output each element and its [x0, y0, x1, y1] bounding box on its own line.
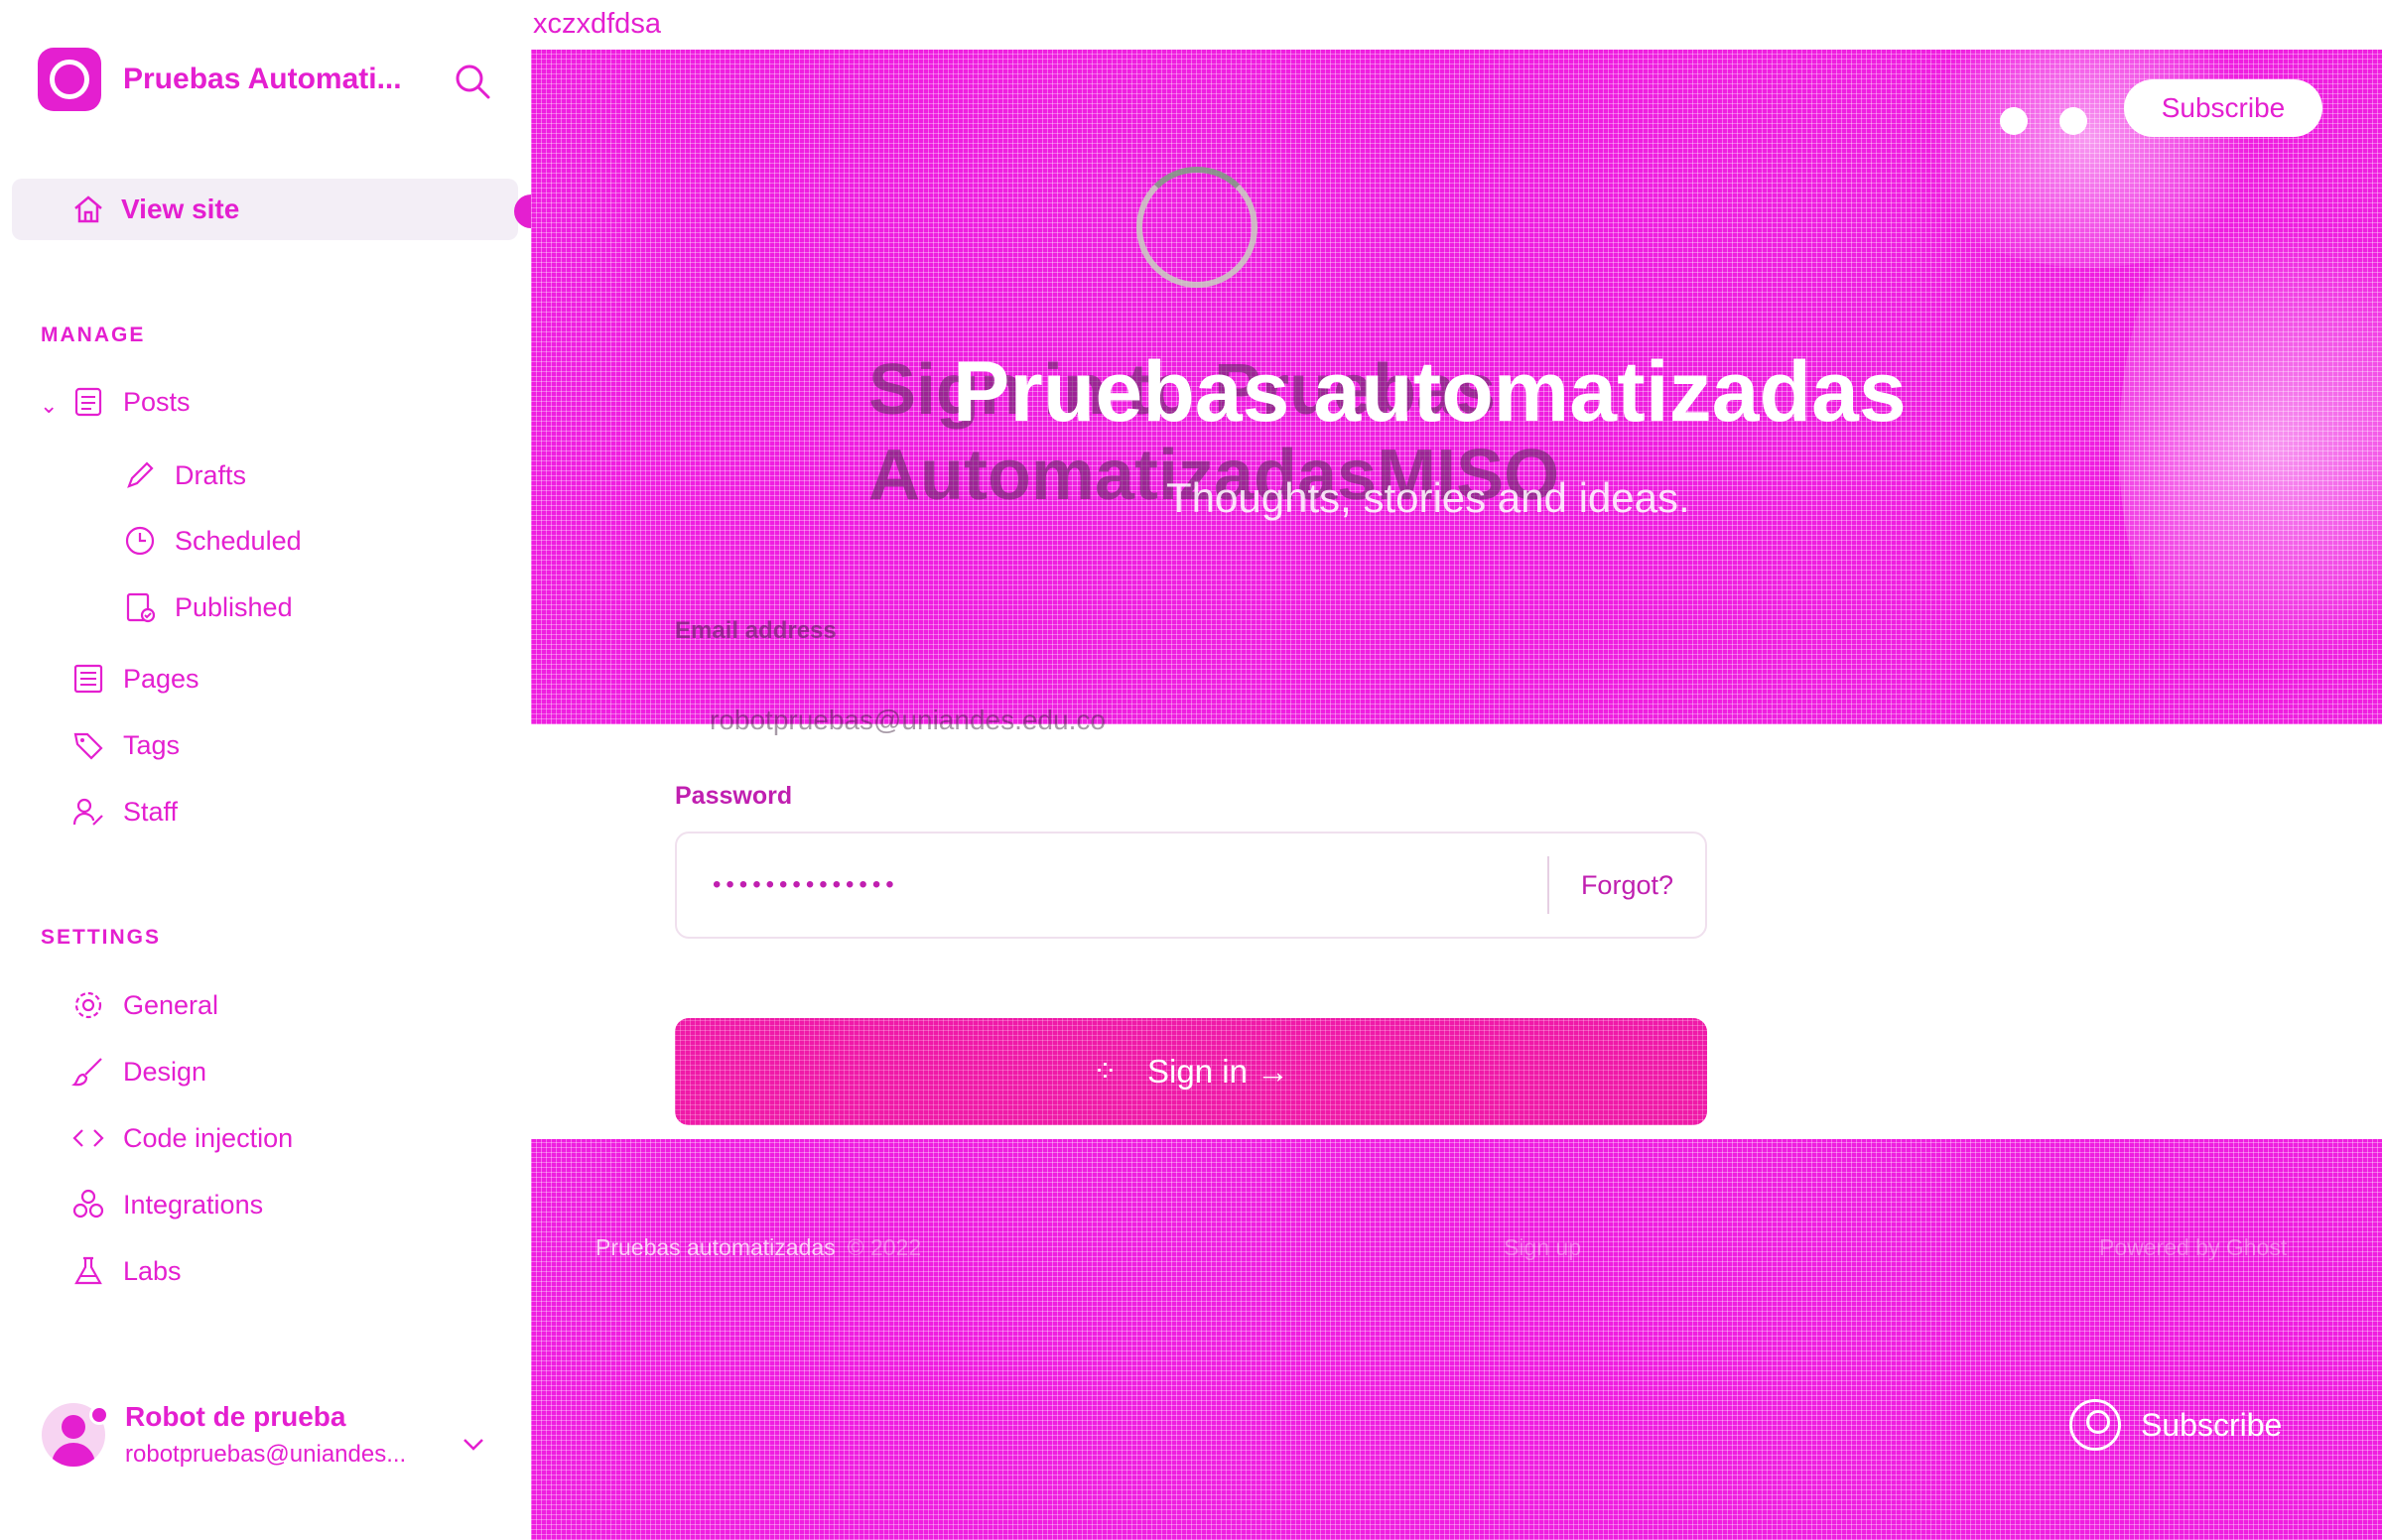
subscribe-button[interactable]: Subscribe — [2124, 79, 2322, 137]
site-logo-icon — [38, 48, 101, 111]
status-dot — [89, 1405, 109, 1425]
settings-header: SETTINGS — [41, 926, 162, 949]
password-field[interactable]: •••••••••••••• Forgot? — [675, 832, 1707, 939]
pencil-icon — [127, 461, 154, 488]
password-label: Password — [675, 782, 793, 810]
sidebar-item-label: Tags — [123, 729, 181, 760]
pages-icon — [73, 664, 103, 694]
published-icon — [126, 592, 156, 623]
view-site-label: View site — [121, 193, 240, 224]
sidebar-item-published[interactable]: Published — [123, 590, 293, 624]
sidebar-item-code-injection[interactable]: Code injection — [71, 1121, 293, 1155]
sidebar-item-label: Published — [175, 591, 293, 622]
preview-title: xczxdfdsa — [533, 8, 661, 40]
sidebar-item-pages[interactable]: Pages — [71, 662, 199, 696]
password-value[interactable]: •••••••••••••• — [713, 871, 1547, 899]
sidebar-item-label: Design — [123, 1056, 207, 1087]
sidebar-item-label: Pages — [123, 663, 199, 694]
gear-icon — [74, 991, 102, 1019]
site-footer: Pruebas automatizadas © 2022 Sign up Powe… — [531, 1139, 2382, 1540]
search-icon[interactable] — [2059, 107, 2087, 135]
sidebar-item-label: Integrations — [123, 1189, 264, 1219]
email-field[interactable]: robotpruebas@uniandes.edu.co — [710, 705, 1106, 736]
integrations-icon — [72, 1189, 104, 1219]
footer-site-link[interactable]: Pruebas automatizadas — [596, 1234, 836, 1260]
signin-button[interactable]: ⁘ Sign in → — [675, 1018, 1707, 1125]
tag-icon — [73, 732, 103, 760]
user-name: Robot de prueba — [125, 1401, 346, 1432]
manage-header: MANAGE — [41, 323, 146, 346]
sidebar-item-general[interactable]: General — [71, 988, 218, 1022]
sidebar-item-integrations[interactable]: Integrations — [71, 1188, 263, 1221]
sidebar-item-label: Labs — [123, 1255, 182, 1286]
sidebar-item-labs[interactable]: Labs — [71, 1254, 182, 1288]
code-icon — [72, 1129, 104, 1147]
footer-signup-link[interactable]: Sign up — [1504, 1234, 1581, 1261]
search-icon[interactable] — [453, 62, 492, 101]
sidebar-item-scheduled[interactable]: Scheduled — [123, 524, 302, 558]
chevron-down-icon[interactable] — [459, 1429, 488, 1459]
social-icon[interactable] — [2000, 107, 2028, 135]
powered-by-link[interactable]: Powered by Ghost — [2099, 1234, 2287, 1261]
email-label: Email address — [675, 617, 837, 644]
sidebar-item-label: Code injection — [123, 1122, 294, 1153]
loading-icon: ⁘ — [1092, 1055, 1119, 1089]
brand[interactable]: Pruebas Automati... — [38, 48, 402, 111]
portal-subscribe-label: Subscribe — [2141, 1406, 2283, 1443]
chevron-down-icon[interactable]: ⌄ — [40, 393, 58, 419]
site-preview: xczxdfdsa Subscribe Sign in to Pruebas A… — [531, 0, 2382, 1540]
site-name: Pruebas Automati... — [123, 63, 402, 95]
user-email: robotpruebas@uniandes... — [125, 1441, 407, 1468]
sidebar-item-label: Posts — [123, 386, 191, 417]
sidebar-item-staff[interactable]: Staff — [71, 795, 178, 829]
sidebar-item-design[interactable]: Design — [71, 1055, 206, 1089]
home-icon — [74, 195, 102, 223]
user-icon — [2069, 1399, 2121, 1451]
view-site-button[interactable]: View site — [12, 179, 518, 240]
footer-copyright: Pruebas automatizadas © 2022 — [596, 1234, 921, 1261]
sidebar-item-drafts[interactable]: Drafts — [123, 458, 246, 492]
sidebar-item-tags[interactable]: Tags — [71, 728, 180, 762]
hero-section: Subscribe Sign in to Pruebas Automatizad… — [531, 10, 2382, 735]
site-title: Pruebas automatizadas — [953, 344, 1907, 440]
loading-spinner-icon — [1136, 167, 1257, 288]
sidebar-item-posts[interactable]: Posts — [71, 385, 191, 419]
staff-icon — [72, 798, 103, 826]
footer-year: © 2022 — [847, 1234, 922, 1260]
sidebar-item-label: General — [123, 989, 219, 1020]
clock-icon — [125, 526, 155, 556]
forgot-password-link[interactable]: Forgot? — [1549, 870, 1705, 901]
portal-subscribe-button[interactable]: Subscribe — [2069, 1399, 2282, 1451]
brush-icon — [71, 1058, 102, 1087]
sidebar-item-label: Staff — [123, 796, 179, 827]
admin-sidebar: Pruebas Automati... View site MANAGE ⌄ P… — [0, 0, 536, 1540]
sidebar-item-label: Scheduled — [175, 525, 302, 556]
posts-icon — [74, 387, 102, 417]
flask-icon — [74, 1256, 102, 1285]
signin-label: Sign in → — [1147, 1053, 1290, 1090]
site-description: Thoughts, stories and ideas. — [1166, 474, 1690, 521]
sidebar-item-label: Drafts — [175, 459, 247, 490]
